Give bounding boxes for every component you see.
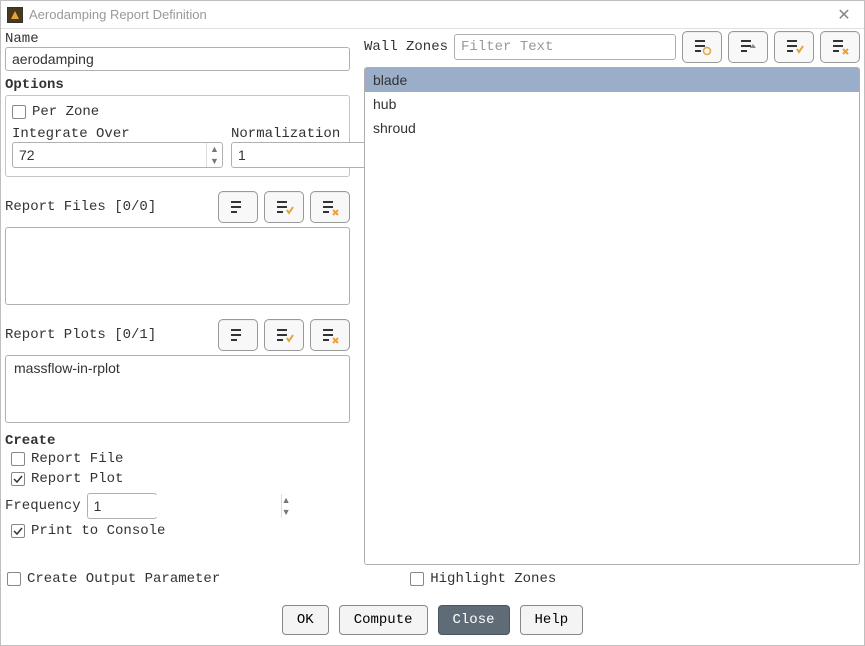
report-files-list[interactable] [5,227,350,305]
wall-zones-label: Wall Zones [364,39,448,55]
name-label: Name [5,31,350,47]
report-files-select-all-button[interactable] [264,191,304,223]
integrate-over-label: Integrate Over [12,126,223,142]
report-plots-list[interactable]: massflow-in-rplot [5,355,350,423]
name-input[interactable] [5,47,350,71]
print-console-label: Print to Console [31,523,165,539]
report-plot-label: Report Plot [31,471,123,487]
options-heading: Options [5,77,350,93]
integrate-over-up-icon[interactable]: ▲ [207,143,222,155]
wall-zones-deselect-all-button[interactable] [820,31,860,63]
report-plots-deselect-all-button[interactable] [310,319,350,351]
report-plots-heading: Report Plots [0/1] [5,327,212,343]
frequency-label: Frequency [5,498,81,514]
integrate-over-down-icon[interactable]: ▼ [207,155,222,167]
frequency-stepper[interactable]: ▲ ▼ [87,493,157,519]
wall-zones-filter-input[interactable] [454,34,676,60]
close-icon[interactable]: ✕ [830,5,858,25]
report-plot-checkbox[interactable] [11,472,25,486]
per-zone-label: Per Zone [32,104,99,120]
help-button[interactable]: Help [520,605,584,635]
list-item[interactable]: massflow-in-rplot [6,356,349,380]
frequency-input[interactable] [88,495,281,517]
wall-zones-sort-button[interactable] [728,31,768,63]
wall-zones-filter-button[interactable] [682,31,722,63]
list-item[interactable]: hub [365,92,859,116]
window-title: Aerodamping Report Definition [29,7,830,22]
frequency-down-icon[interactable]: ▼ [282,506,291,518]
options-box: Per Zone Integrate Over ▲ ▼ [5,95,350,177]
per-zone-checkbox[interactable] [12,105,26,119]
compute-button[interactable]: Compute [339,605,428,635]
ok-button[interactable]: OK [282,605,329,635]
create-output-param-checkbox[interactable] [7,572,21,586]
report-files-deselect-all-button[interactable] [310,191,350,223]
frequency-up-icon[interactable]: ▲ [282,494,291,506]
list-item[interactable]: blade [365,68,859,92]
report-file-label: Report File [31,451,123,467]
list-item[interactable]: shroud [365,116,859,140]
report-files-new-button[interactable] [218,191,258,223]
create-output-param-label: Create Output Parameter [27,571,220,587]
report-file-checkbox[interactable] [11,452,25,466]
integrate-over-stepper[interactable]: ▲ ▼ [12,142,223,168]
report-plots-select-all-button[interactable] [264,319,304,351]
wall-zones-select-all-button[interactable] [774,31,814,63]
highlight-zones-checkbox[interactable] [410,572,424,586]
app-icon [7,7,23,23]
close-button[interactable]: Close [438,605,510,635]
titlebar: Aerodamping Report Definition ✕ [1,1,864,29]
create-heading: Create [5,433,350,449]
report-plots-new-button[interactable] [218,319,258,351]
print-console-checkbox[interactable] [11,524,25,538]
highlight-zones-label: Highlight Zones [430,571,556,587]
wall-zones-list[interactable]: bladehubshroud [364,67,860,565]
integrate-over-input[interactable] [13,144,206,166]
report-files-heading: Report Files [0/0] [5,199,212,215]
